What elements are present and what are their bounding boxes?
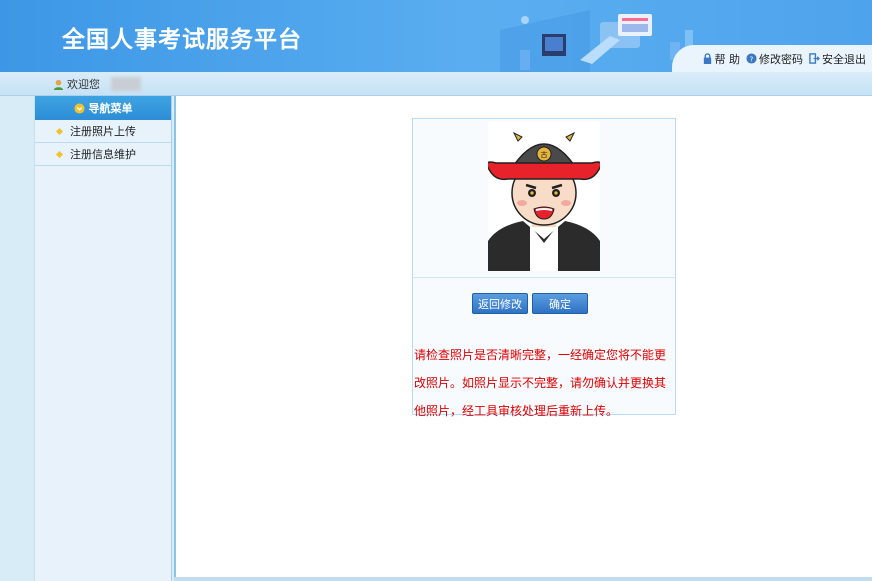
welcome: 欢迎您 (53, 76, 141, 92)
main-content: 古 返回修改 确定 请检查照片是否清晰完整，一经确定您将不能更改照片。如照片显示… (174, 96, 872, 577)
change-password-link[interactable]: ? 修改密码 (746, 51, 803, 67)
user-icon (53, 79, 64, 90)
chevron-down-icon (73, 102, 85, 114)
uploaded-photo: 古 (488, 121, 600, 271)
bullet-icon (55, 150, 64, 158)
back-modify-button[interactable]: 返回修改 (472, 293, 528, 314)
change-password-label: 修改密码 (759, 52, 803, 66)
panel-divider (413, 277, 675, 278)
question-icon: ? (746, 53, 757, 64)
sidebar-item-photo-upload[interactable]: 注册照片上传 (35, 120, 171, 143)
top-links: 帮 助 ? 修改密码 安全退出 (671, 45, 872, 72)
sidebar-item-info-maintenance[interactable]: 注册信息维护 (35, 143, 171, 166)
sidebar-item-label: 注册照片上传 (70, 125, 136, 138)
confirm-notice: 请检查照片是否清晰完整，一经确定您将不能更改照片。如照片显示不完整，请勿确认并更… (414, 348, 667, 418)
sidebar: 导航菜单 注册照片上传 注册信息维护 (34, 96, 172, 581)
site-title: 全国人事考试服务平台 (62, 27, 302, 53)
confirm-button[interactable]: 确定 (532, 293, 588, 314)
top-banner: 全国人事考试服务平台 帮 助 ? 修改密码 安全退出 (0, 0, 872, 72)
bullet-icon (55, 127, 64, 135)
svg-text:古: 古 (541, 150, 548, 159)
username-blurred (111, 77, 141, 91)
help-link[interactable]: 帮 助 (702, 51, 741, 67)
help-label: 帮 助 (714, 52, 741, 66)
main-bottom-bar (174, 577, 872, 581)
sidebar-heading: 导航菜单 (35, 96, 171, 120)
welcome-bar: 欢迎您 (0, 72, 872, 96)
exit-icon (809, 53, 820, 64)
svg-text:?: ? (750, 54, 754, 63)
photo-confirm-panel: 古 返回修改 确定 请检查照片是否清晰完整，一经确定您将不能更改照片。如照片显示… (412, 118, 676, 418)
logout-label: 安全退出 (822, 52, 866, 66)
sidebar-heading-label: 导航菜单 (88, 102, 133, 115)
left-strip (0, 96, 34, 581)
welcome-label: 欢迎您 (67, 78, 100, 91)
sidebar-item-label: 注册信息维护 (70, 148, 136, 161)
logout-link[interactable]: 安全退出 (809, 51, 866, 67)
lock-icon (703, 53, 711, 64)
